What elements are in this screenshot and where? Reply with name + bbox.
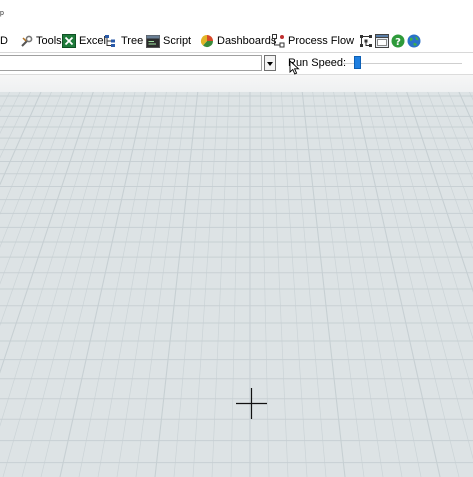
- tree-button[interactable]: Tree: [104, 33, 143, 49]
- process-flow-icon: [272, 34, 285, 48]
- window-icon[interactable]: [375, 34, 389, 48]
- dashboards-label: Dashboards: [217, 35, 277, 47]
- clipped-toolbar-button[interactable]: D: [0, 33, 8, 49]
- chevron-down-icon[interactable]: [264, 55, 276, 71]
- run-control-bar: Run Speed:: [0, 52, 473, 75]
- tools-icon: [21, 35, 33, 47]
- process-flow-label: Process Flow: [288, 35, 355, 47]
- view-selector-input[interactable]: [0, 55, 262, 71]
- mouse-pointer-icon: [289, 60, 300, 75]
- model-layout-icon[interactable]: [359, 34, 373, 48]
- script-button[interactable]: Script: [146, 33, 191, 49]
- excel-icon: [62, 34, 76, 48]
- dashboards-button[interactable]: Dashboards: [200, 33, 276, 49]
- script-icon: [146, 34, 160, 48]
- svg-text:?: ?: [395, 37, 401, 48]
- model-3d-view[interactable]: [0, 92, 473, 477]
- tree-label: Tree: [121, 35, 144, 47]
- script-label: Script: [163, 35, 192, 47]
- tree-icon: [105, 35, 115, 47]
- run-speed-slider-thumb[interactable]: [354, 56, 361, 69]
- excel-button[interactable]: Excel: [62, 33, 106, 49]
- tools-label: Tools: [36, 35, 62, 47]
- toolbar-separator: [0, 74, 473, 93]
- clipped-toolbar-label: D: [0, 35, 8, 47]
- tools-button[interactable]: Tools: [20, 33, 62, 49]
- globe-icon[interactable]: [407, 34, 421, 48]
- main-toolbar: D Tools Excel Tree Script Dashboards Pro…: [0, 30, 473, 52]
- menu-bar: p: [0, 0, 473, 30]
- menu-fragment: p: [0, 10, 4, 17]
- excel-label: Excel: [79, 35, 106, 47]
- floor-grid: [0, 92, 473, 477]
- crosshair-icon: [236, 388, 267, 419]
- process-flow-button[interactable]: Process Flow: [272, 33, 354, 49]
- dashboards-icon: [200, 34, 214, 48]
- help-icon[interactable]: ?: [391, 34, 405, 48]
